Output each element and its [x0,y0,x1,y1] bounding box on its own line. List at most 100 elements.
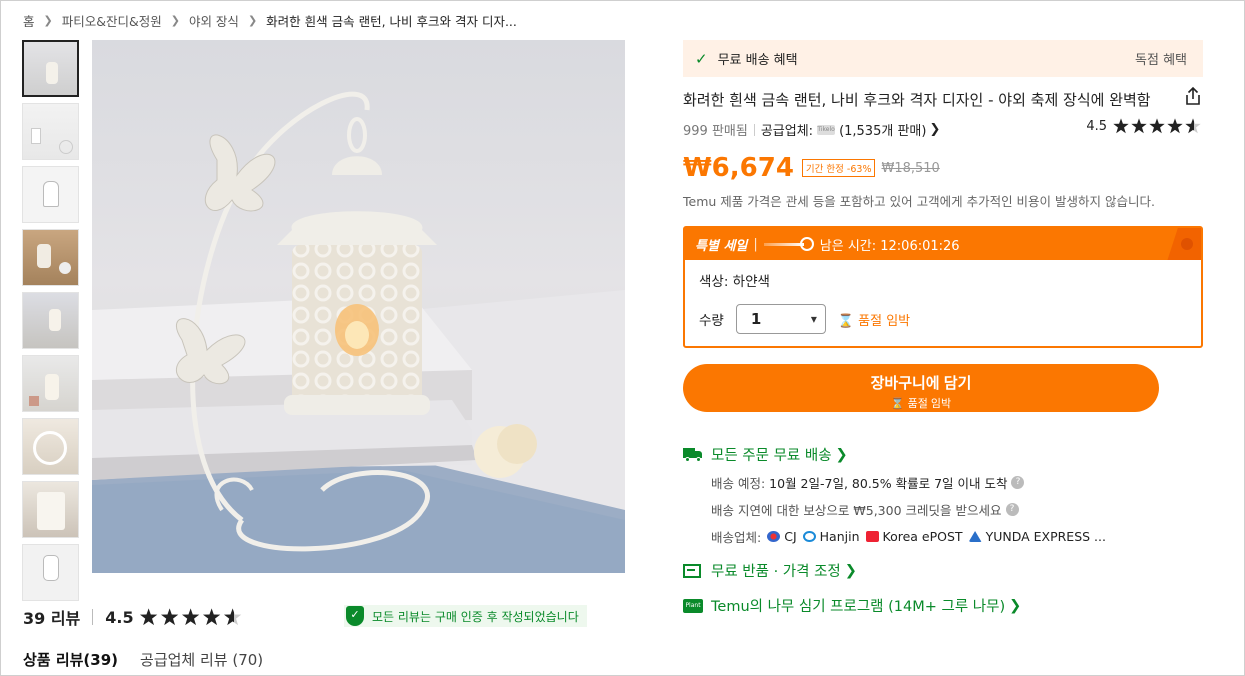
half-star-icon [1185,118,1201,134]
truck-icon [683,447,703,462]
verified-notice: ✓ 모든 리뷰는 구매 인증 후 작성되었습니다 [344,605,587,627]
thumbnail-9[interactable] [22,544,79,601]
epost-logo-icon [865,531,879,542]
plant-icon: Plant [683,598,703,613]
add-to-cart-sub: ⌛ 품절 임박 [890,397,952,410]
product-rating[interactable]: 4.5 [1086,118,1203,134]
star-icon [181,608,200,626]
chevron-right-icon: ❯ [43,14,53,27]
thumbnail-3[interactable] [22,166,79,223]
shipping-head-text: 모든 주문 무료 배송 [711,448,832,464]
chevron-down-icon: ▾ [810,312,817,326]
hourglass-icon: ⌛ [837,313,855,329]
help-icon[interactable]: ? [1005,503,1019,516]
supplier-logo-icon[interactable]: Tikelo [817,124,836,135]
breadcrumb-home[interactable]: 홈 [23,11,35,30]
chevron-right-icon: ❯ [1009,597,1022,614]
breadcrumb-category[interactable]: 파티오&잔디&정원 [62,11,162,30]
thumbnail-5[interactable] [22,292,79,349]
timer-streak [763,242,804,246]
low-stock-text: 품절 임박 [858,313,911,329]
banner-right-text: 독점 혜택 [1135,53,1187,68]
delay-credit: 배송 지연에 대한 보상으로 ₩5,300 크레딧을 받으세요 ? [711,500,1203,519]
star-icon [1167,118,1183,134]
thumbnail-6[interactable] [22,355,79,412]
sale-price: ₩6,674 [683,153,794,183]
star-icon [1149,118,1165,134]
divider [92,609,94,625]
star-icon [160,608,179,626]
free-shipping-banner[interactable]: ✓ 무료 배송 혜택 독점 혜택 [683,40,1203,77]
thumbnail-7[interactable] [22,418,79,475]
verified-text: 모든 리뷰는 구매 인증 후 작성되었습니다 [372,609,579,624]
share-icon[interactable] [1183,86,1203,106]
tree-planting-link[interactable]: Plant Temu의 나무 심기 프로그램 (14M+ 그루 나무) ❯ [683,595,1203,616]
decoration-dot [1181,238,1193,250]
free-shipping-link[interactable]: 모든 주문 무료 배송 ❯ [683,444,1203,465]
chevron-right-icon: ❯ [170,14,180,27]
yunda-logo-icon [968,531,982,542]
supplier-label[interactable]: 공급업체: [761,120,813,139]
chevron-right-icon[interactable]: ❯ [929,122,940,137]
chevron-right-icon: ❯ [844,562,857,579]
rating-stars [139,608,245,626]
half-star-icon [223,608,242,626]
chevron-right-icon: ❯ [247,14,258,27]
help-icon[interactable]: ? [1011,476,1025,489]
carrier-name: Hanjin [819,529,860,544]
original-price: ₩18,510 [881,160,940,176]
check-icon: ✓ [695,49,708,68]
breadcrumb: 홈 ❯ 파티오&잔디&정원 ❯ 야외 장식 ❯ 화려한 흰색 금속 랜턴, 나비… [23,11,517,30]
carrier-hanjin: Hanjin [802,529,860,544]
shield-check-icon: ✓ [346,606,364,626]
limited-time-badge: 기간 한정 -63% [801,159,876,177]
supplier-sales[interactable]: (1,535개 판매) [839,120,926,139]
cj-logo-icon [767,531,781,542]
banner-left-text: 무료 배송 혜택 [717,53,798,68]
delay-text: 배송 지연에 대한 보상으로 ₩5,300 크레딧을 받으세요 [711,503,1002,518]
thumbnail-8[interactable] [22,481,79,538]
review-rating: 4.5 [105,607,134,627]
review-count[interactable]: 39 리뷰 [23,605,80,629]
sale-header: 특별 세일 | 남은 시간: 12:06:01:26 [685,228,1201,260]
tab-product-reviews[interactable]: 상품 리뷰(39) [23,649,118,670]
lantern-illustration [92,91,625,573]
thumbnail-4[interactable] [22,229,79,286]
thumbnail-2[interactable] [22,103,79,160]
sale-label: 특별 세일 [695,238,748,254]
carrier-name: Korea ePOST [882,529,963,544]
main-product-image[interactable] [92,40,625,573]
star-icon [202,608,221,626]
delivery-estimate: 배송 예정: 10월 2일-7일, 80.5% 확률로 7일 이내 도착 ? [711,473,1203,492]
sold-count: 999 판매됨 [683,124,748,139]
quantity-label: 수량 [699,313,724,329]
review-summary: 39 리뷰 4.5 [23,605,245,629]
breadcrumb-current: 화려한 흰색 금속 랜턴, 나비 후크와 격자 디자... [266,14,517,29]
carrier-yunda: YUNDA EXPRESS ... [968,529,1106,544]
clock-icon [799,237,814,251]
eta-value: 10월 2일-7일, 80.5% 확률로 7일 이내 도착 [769,476,1008,491]
eta-label: 배송 예정: [711,476,766,491]
quantity-select[interactable]: 1 ▾ [735,304,826,334]
divider [753,123,755,136]
return-icon [683,563,701,578]
free-returns-link[interactable]: 무료 반품 · 가격 조정 ❯ [683,560,1203,581]
divider: | [753,236,758,252]
low-stock-notice: ⌛ 품절 임박 [838,310,910,329]
carriers-row: 배송업체: CJ Hanjin Korea ePOST YUNDA EXPRES… [711,527,1203,546]
add-to-cart-sub-text: 품절 임박 [907,397,952,410]
carrier-epost: Korea ePOST [865,529,963,544]
add-to-cart-button[interactable]: 장바구니에 담기 ⌛ 품절 임박 [683,364,1159,412]
carrier-name: YUNDA EXPRESS ... [985,529,1106,544]
star-icon [1113,118,1129,134]
time-remaining: 남은 시간: 12:06:01:26 [819,238,960,254]
thumbnail-list [22,40,79,607]
color-selection[interactable]: 색상: 하얀색 [699,270,1187,290]
price-row: ₩6,674 기간 한정 -63% ₩18,510 [683,153,1203,183]
product-info-panel: ✓ 무료 배송 혜택 독점 혜택 화려한 흰색 금속 랜턴, 나비 후크와 격자… [683,40,1203,616]
tab-supplier-reviews[interactable]: 공급업체 리뷰 (70) [140,649,263,670]
thumbnail-1[interactable] [22,40,79,97]
breadcrumb-subcategory[interactable]: 야외 장식 [189,11,239,30]
carrier-cj: CJ [767,529,797,544]
returns-text: 무료 반품 · 가격 조정 [711,564,841,580]
